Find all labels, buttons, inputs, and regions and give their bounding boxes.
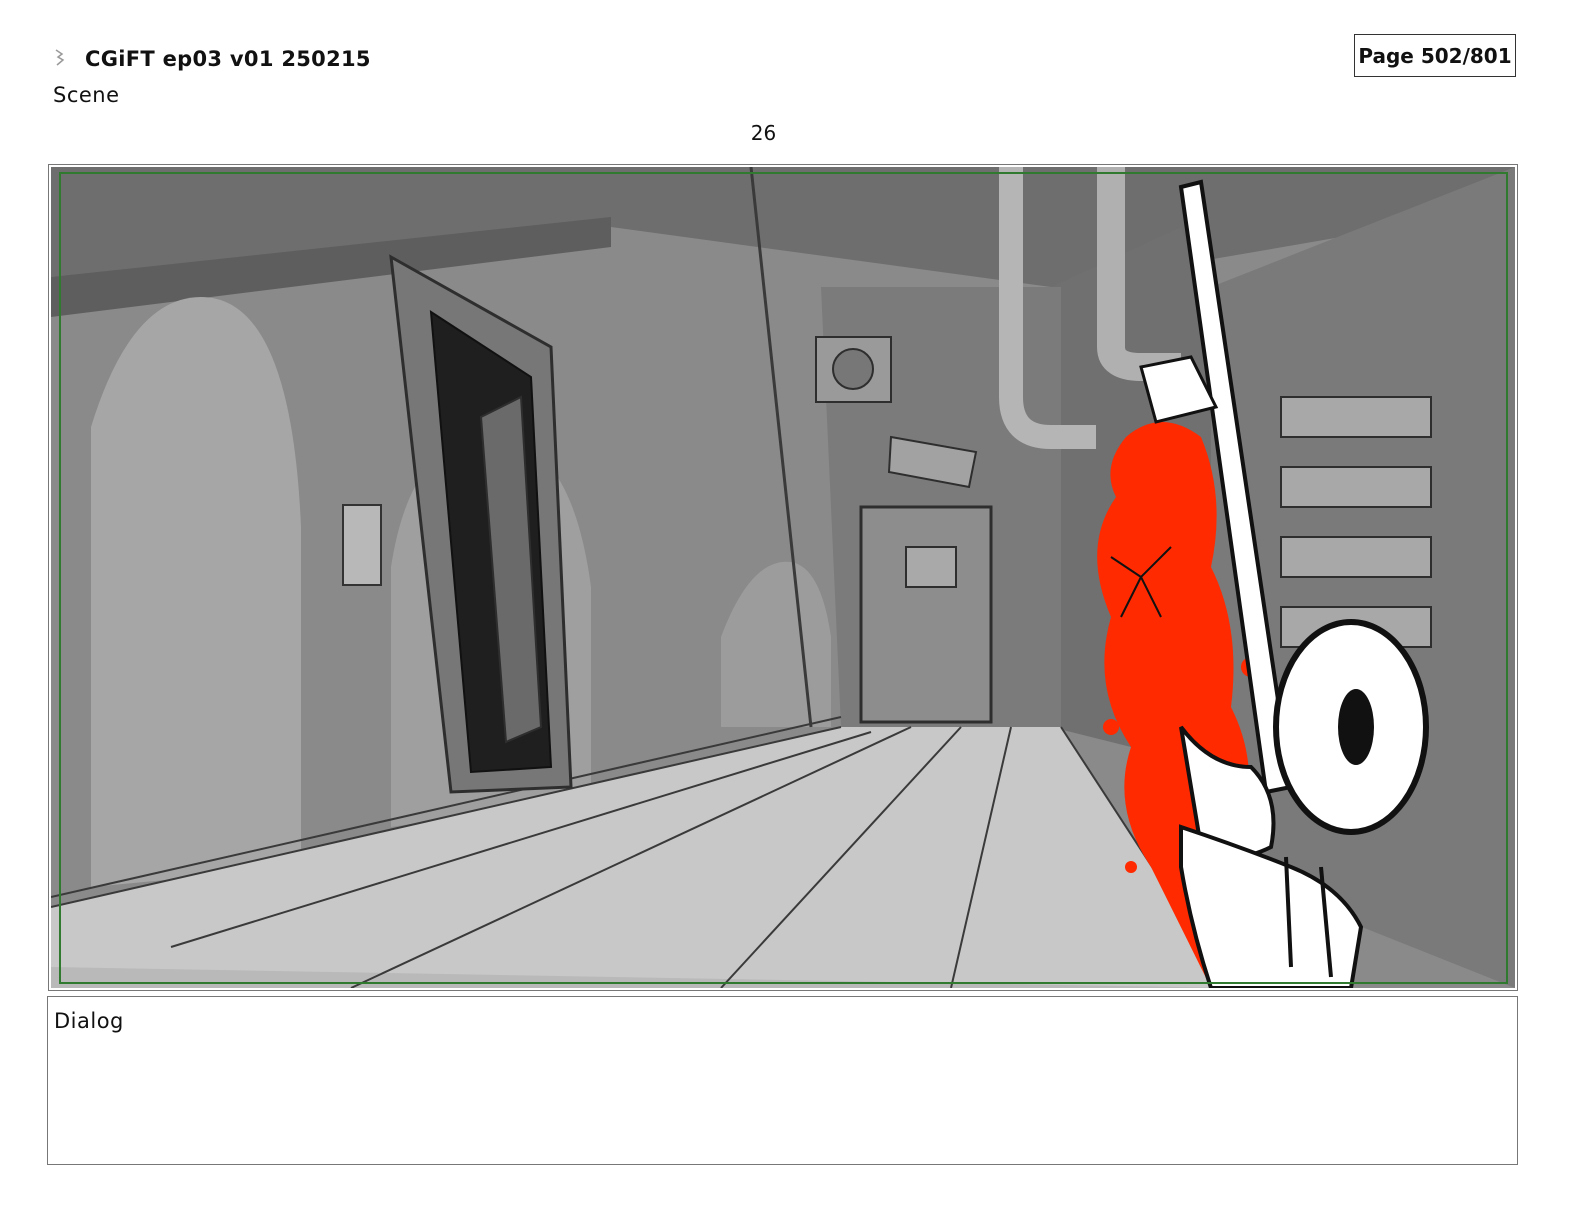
scene-label: Scene — [53, 83, 120, 107]
storyboard-panel — [48, 164, 1518, 991]
dialog-label: Dialog — [54, 1009, 124, 1033]
storyboard-frame-illustration — [51, 167, 1515, 988]
page-counter: Page 502/801 — [1354, 34, 1516, 77]
document-title: CGiFT ep03 v01 250215 — [85, 47, 371, 71]
panel-number: 26 — [750, 121, 777, 145]
dialog-box: Dialog — [47, 996, 1518, 1165]
storyboard-logo-icon — [55, 49, 65, 66]
page-counter-label: Page 502/801 — [1358, 43, 1512, 68]
